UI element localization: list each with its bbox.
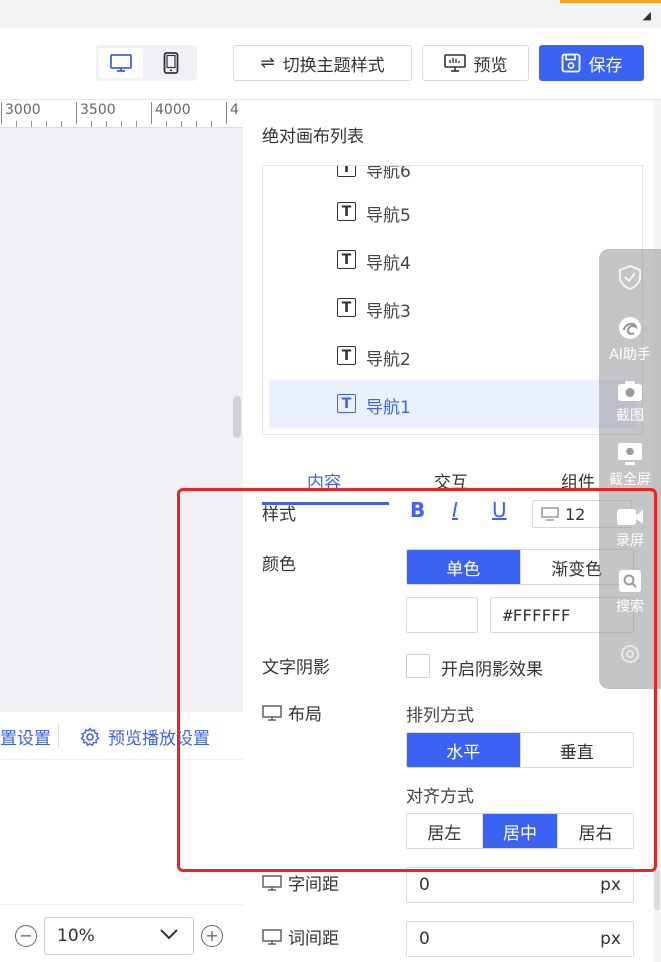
ruler-tick: 4000: [151, 102, 191, 124]
layer-list[interactable]: T 导航6 T 导航5 T 导航4 T 导航3 T 导航2 T 导航1: [262, 165, 643, 435]
layer-item[interactable]: T 导航4: [269, 236, 636, 284]
horizontal-ruler: 3000 3500 4000 4: [0, 100, 243, 128]
accent-line: [560, 0, 661, 3]
screenshot-label: 截图: [616, 408, 644, 424]
text-layer-icon: T: [337, 298, 356, 317]
word-spacing-label: 词间距: [288, 929, 339, 949]
camera-icon: [618, 381, 642, 401]
monitor-capture-icon: [618, 443, 642, 465]
monitor-icon: [110, 54, 132, 72]
screenshot-button[interactable]: 截图: [599, 380, 661, 425]
fullscreen-capture-button[interactable]: 截全屏: [599, 442, 661, 489]
desktop-view-button[interactable]: [99, 48, 143, 78]
top-strip: ◢: [0, 0, 661, 28]
layer-item[interactable]: T 导航3: [269, 284, 636, 332]
fullscreen-capture-label: 截全屏: [609, 472, 651, 488]
editor-page: ◢ ⇌ 切换主题样式 预览 保存 3000 3500 4000 4 置设置 预览…: [0, 0, 661, 962]
text-layer-icon: T: [337, 394, 356, 413]
save-label: 保存: [588, 55, 623, 76]
layer-item-selected[interactable]: T 导航1: [269, 380, 636, 428]
toolbar: ⇌ 切换主题样式 预览 保存: [0, 28, 661, 100]
ruler-tick: 4: [226, 102, 239, 124]
letter-spacing-label: 字间距: [288, 875, 339, 895]
shield-icon: [619, 264, 641, 291]
ai-assistant-button[interactable]: AI助手: [599, 315, 661, 364]
device-switch: [96, 45, 197, 81]
letter-spacing-input[interactable]: 0 px: [406, 867, 634, 903]
ai-assistant-label: AI助手: [609, 347, 651, 363]
scrollbar-thumb[interactable]: [654, 870, 660, 910]
settings-link[interactable]: 置设置: [0, 724, 51, 749]
word-spacing-value: 0: [419, 929, 430, 949]
layer-item[interactable]: T 导航5: [269, 188, 636, 236]
panel-title: 绝对画布列表: [262, 127, 364, 147]
word-spacing-label-row: 词间距: [262, 924, 339, 949]
switch-theme-button[interactable]: ⇌ 切换主题样式: [233, 45, 412, 81]
swap-arrows-icon: ⇌: [260, 53, 275, 73]
zoom-value: 10%: [57, 926, 95, 946]
letter-spacing-label-row: 字间距: [262, 870, 339, 895]
switch-theme-label: 切换主题样式: [282, 55, 385, 76]
mobile-view-button[interactable]: [149, 48, 193, 78]
layer-label: 导航2: [366, 350, 411, 370]
preview-label: 预览: [473, 55, 508, 76]
canvas-scrollbar[interactable]: [233, 396, 241, 438]
layer-label: 导航1: [366, 398, 411, 418]
layer-label: 导航5: [366, 206, 411, 226]
zoom-out-button[interactable]: −: [15, 925, 37, 947]
monitor-icon: [262, 874, 282, 891]
preview-button[interactable]: 预览: [422, 45, 529, 81]
presentation-icon: [443, 54, 466, 72]
text-layer-icon: T: [337, 346, 356, 365]
layer-item[interactable]: T 导航2: [269, 332, 636, 380]
layer-label: 导航4: [366, 254, 411, 274]
link-divider: [58, 724, 59, 748]
zoom-bar: − 10% +: [0, 904, 243, 962]
monitor-icon: [262, 928, 282, 945]
highlight-annotation: [177, 488, 657, 872]
phone-icon: [163, 52, 179, 74]
floppy-icon: [561, 53, 580, 73]
chevron-down-icon: [159, 926, 179, 946]
layer-label: 导航3: [366, 302, 411, 322]
word-spacing-input[interactable]: 0 px: [406, 921, 634, 957]
letter-spacing-value: 0: [419, 875, 430, 895]
unit-label: px: [600, 875, 621, 895]
ruler-tick: 3500: [76, 102, 116, 124]
zoom-in-button[interactable]: +: [201, 925, 223, 947]
layer-label: 导航6: [366, 165, 411, 182]
zoom-select[interactable]: 10%: [44, 917, 194, 955]
window-corner-icon[interactable]: ◢: [643, 9, 651, 22]
text-layer-icon: T: [337, 202, 356, 221]
text-layer-icon: T: [337, 166, 356, 177]
text-layer-icon: T: [337, 250, 356, 269]
ai-swirl-icon: [619, 317, 641, 339]
unit-label: px: [600, 929, 621, 949]
gear-icon: [80, 726, 100, 746]
shield-button[interactable]: [599, 263, 661, 291]
ruler-tick: 3000: [1, 102, 41, 124]
save-button[interactable]: 保存: [539, 45, 644, 81]
